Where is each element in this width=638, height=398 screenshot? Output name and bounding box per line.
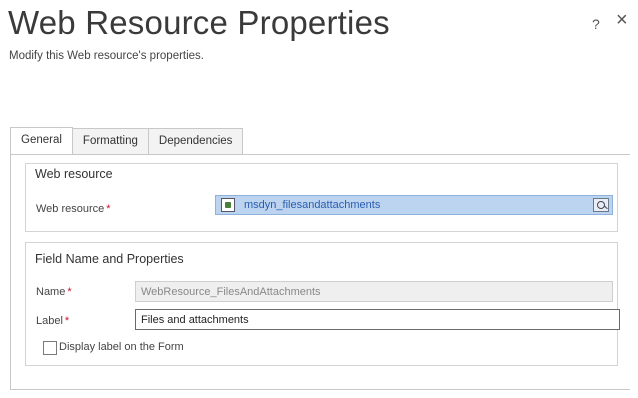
required-mark: * [106, 203, 111, 215]
display-label-checkbox-label[interactable]: Display label on the Form [59, 341, 184, 353]
name-label-text: Name [36, 286, 66, 298]
web-resource-icon [221, 198, 235, 212]
dialog-title: Web Resource Properties [8, 4, 390, 41]
web-resource-section-title: Web resource [35, 167, 113, 181]
close-icon[interactable]: × [616, 10, 628, 30]
name-field [135, 281, 613, 302]
web-resource-label-text: Web resource [36, 203, 105, 215]
label-label-text: Label [36, 315, 63, 327]
web-resource-label: Web resource * [36, 203, 111, 215]
web-resource-value[interactable]: msdyn_filesandattachments [244, 199, 380, 211]
name-label: Name * [36, 286, 72, 298]
tab-strip: General Formatting Dependencies [10, 127, 244, 154]
required-mark: * [67, 286, 72, 298]
dialog-subtitle: Modify this Web resource's properties. [9, 50, 205, 62]
label-label: Label * [36, 315, 69, 327]
required-mark: * [64, 315, 70, 327]
help-button[interactable]: ? [592, 16, 600, 32]
tab-general[interactable]: General [10, 127, 73, 154]
tab-dependencies[interactable]: Dependencies [147, 128, 244, 154]
label-field[interactable] [135, 309, 620, 330]
lookup-search-icon[interactable] [593, 198, 609, 212]
tab-formatting[interactable]: Formatting [71, 128, 149, 154]
web-resource-lookup[interactable]: msdyn_filesandattachments [215, 195, 613, 215]
display-label-checkbox[interactable] [43, 341, 57, 355]
field-properties-section-title: Field Name and Properties [35, 252, 184, 266]
